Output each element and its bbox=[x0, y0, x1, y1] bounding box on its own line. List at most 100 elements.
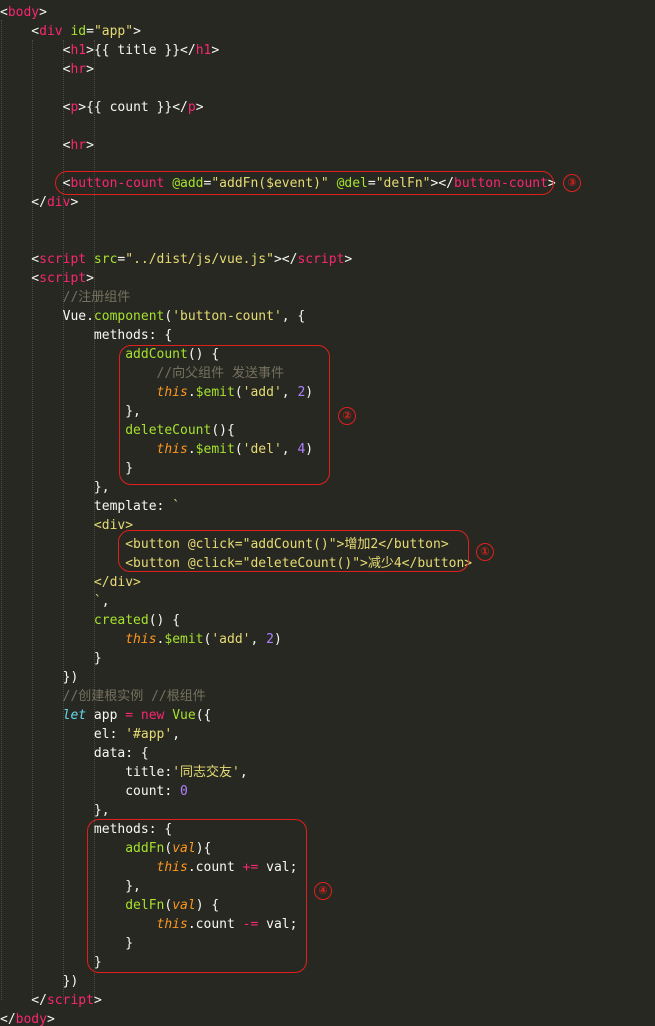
code-token: : { bbox=[125, 746, 149, 761]
code-line[interactable]: } bbox=[0, 459, 133, 478]
code-line[interactable]: </div> bbox=[0, 193, 78, 212]
code-line[interactable]: <div> bbox=[0, 516, 133, 535]
code-token: < bbox=[0, 43, 71, 58]
code-token: }, bbox=[0, 803, 110, 818]
code-token: script bbox=[39, 252, 87, 267]
code-token: "app" bbox=[93, 24, 134, 39]
code-line[interactable]: Vue.component('button-count', { bbox=[0, 307, 306, 326]
code-token: > bbox=[78, 100, 87, 115]
code-line[interactable]: <script> bbox=[0, 269, 94, 288]
code-token: > bbox=[70, 195, 79, 210]
code-token: < bbox=[0, 138, 71, 153]
code-line[interactable]: }, bbox=[0, 478, 110, 497]
code-token: {{ title }} bbox=[93, 43, 181, 58]
code-line[interactable]: }) bbox=[0, 972, 79, 991]
code-token: , bbox=[250, 632, 267, 647]
code-line[interactable]: <div id="app"> bbox=[0, 22, 141, 41]
code-token: < bbox=[0, 5, 8, 20]
code-line[interactable]: //创建根实例 //根组件 bbox=[0, 687, 206, 706]
code-line[interactable]: }, bbox=[0, 801, 110, 820]
code-line[interactable]: <h1>{{ title }}</h1> bbox=[0, 41, 220, 60]
code-line[interactable]: <p>{{ count }}</p> bbox=[0, 98, 204, 117]
code-token: script bbox=[46, 993, 94, 1008]
code-token: component bbox=[93, 309, 165, 324]
code-line[interactable]: data: { bbox=[0, 744, 149, 763]
code-token: > bbox=[86, 138, 94, 153]
code-token: }) bbox=[0, 670, 79, 685]
code-token: <div> bbox=[0, 518, 134, 533]
code-token: hr bbox=[70, 62, 87, 77]
code-token: < bbox=[0, 62, 71, 77]
code-token: > bbox=[86, 271, 94, 286]
code-token: ` bbox=[0, 594, 102, 609]
code-token: </ bbox=[0, 195, 47, 210]
code-token: > bbox=[46, 1012, 55, 1026]
code-line[interactable]: title:'同志交友', bbox=[0, 763, 248, 782]
code-token: : bbox=[156, 499, 173, 514]
code-token: 'button-count' bbox=[172, 309, 282, 324]
code-token: </ bbox=[180, 43, 196, 58]
code-token: data bbox=[0, 746, 126, 761]
code-token: : bbox=[164, 784, 181, 799]
annotation-3-box bbox=[55, 171, 554, 195]
code-token: } bbox=[0, 651, 102, 666]
code-token: > bbox=[133, 24, 141, 39]
code-token: </ bbox=[172, 100, 188, 115]
code-line[interactable]: </script> bbox=[0, 991, 102, 1010]
code-line[interactable]: <hr> bbox=[0, 60, 94, 79]
code-line[interactable]: created() { bbox=[0, 611, 180, 630]
code-line[interactable]: methods: { bbox=[0, 326, 172, 345]
code-line[interactable]: <body> bbox=[0, 3, 47, 22]
code-token: //注册组件 bbox=[0, 290, 131, 305]
code-token: '#app' bbox=[125, 727, 173, 742]
code-line[interactable]: </body> bbox=[0, 1010, 55, 1026]
code-editor[interactable]: <body> <div id="app"> <h1>{{ title }}</h… bbox=[0, 0, 655, 1026]
code-token: //创建根实例 //根组件 bbox=[0, 689, 206, 704]
code-token: script bbox=[297, 252, 345, 267]
code-line[interactable]: count: 0 bbox=[0, 782, 188, 801]
code-token: src bbox=[86, 252, 118, 267]
code-token: > bbox=[195, 100, 204, 115]
annotation-2-badge: ② bbox=[338, 407, 356, 425]
code-token: el bbox=[0, 727, 110, 742]
code-token: template bbox=[0, 499, 157, 514]
code-line[interactable]: el: '#app', bbox=[0, 725, 180, 744]
code-token: , bbox=[239, 765, 248, 780]
code-token: > bbox=[39, 5, 47, 20]
code-token: this bbox=[0, 632, 157, 647]
code-token: div bbox=[46, 195, 71, 210]
code-token: count bbox=[0, 784, 165, 799]
code-token: , { bbox=[281, 309, 306, 324]
code-token: = bbox=[125, 708, 134, 723]
code-token: </ bbox=[0, 993, 47, 1008]
code-line[interactable]: </div> bbox=[0, 573, 141, 592]
code-token: > bbox=[86, 43, 94, 58]
code-token: title bbox=[0, 765, 165, 780]
code-token: 'add' bbox=[211, 632, 251, 647]
code-token: > bbox=[93, 993, 102, 1008]
code-line[interactable]: <script src="../dist/js/vue.js"></script… bbox=[0, 250, 352, 269]
code-token: h1 bbox=[195, 43, 212, 58]
code-token: > bbox=[211, 43, 220, 58]
code-line[interactable]: <hr> bbox=[0, 136, 94, 155]
code-token: script bbox=[39, 271, 87, 286]
code-line[interactable]: `, bbox=[0, 592, 110, 611]
code-token: let bbox=[0, 708, 87, 723]
code-token: ` bbox=[172, 499, 181, 514]
code-token: < bbox=[0, 100, 71, 115]
code-token: hr bbox=[70, 138, 87, 153]
code-token: ></ bbox=[273, 252, 298, 267]
code-token: '同志交友' bbox=[172, 765, 240, 780]
code-line[interactable]: this.$emit('add', 2) bbox=[0, 630, 282, 649]
code-token: "../dist/js/vue.js" bbox=[125, 252, 274, 267]
code-line[interactable]: //注册组件 bbox=[0, 288, 131, 307]
code-line[interactable]: }) bbox=[0, 668, 79, 687]
code-token: }, bbox=[0, 480, 110, 495]
code-line[interactable]: template: ` bbox=[0, 497, 180, 516]
code-line[interactable]: let app = new Vue({ bbox=[0, 706, 212, 725]
code-line[interactable]: } bbox=[0, 649, 102, 668]
code-token: , bbox=[101, 594, 110, 609]
code-token: $emit bbox=[164, 632, 204, 647]
code-token: . bbox=[86, 309, 94, 324]
code-token: : bbox=[109, 727, 126, 742]
